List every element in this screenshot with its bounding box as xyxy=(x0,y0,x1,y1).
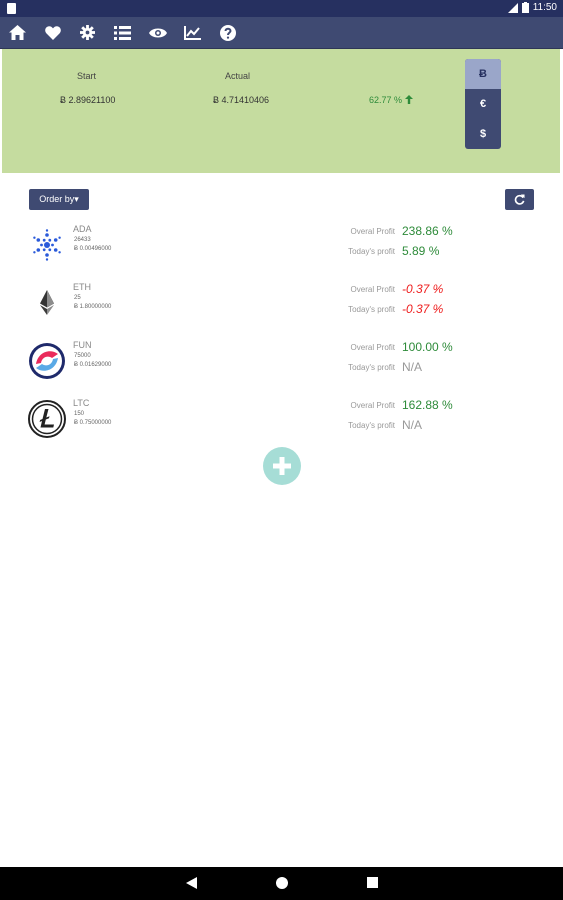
portfolio-summary: Start Actual Ƀ 2.89621100 Ƀ 4.71410406 6… xyxy=(2,49,560,173)
overall-profit-label: Overal Profit xyxy=(350,227,395,236)
chart-button[interactable] xyxy=(175,17,210,48)
today-profit-label: Today's profit xyxy=(348,421,395,430)
coin-quantity: 25 xyxy=(74,295,81,301)
litecoin-icon xyxy=(28,400,66,438)
today-profit-value: N/A xyxy=(402,360,423,374)
coin-btc-price: Ƀ 1.80000000 xyxy=(74,304,112,310)
favorites-button[interactable] xyxy=(35,17,70,48)
refresh-button[interactable] xyxy=(505,189,534,210)
coin-quantity: 75000 xyxy=(74,353,91,359)
coin-symbol: ETH xyxy=(73,282,91,292)
home-nav-icon[interactable] xyxy=(276,877,288,889)
coin-quantity: 150 xyxy=(74,411,85,417)
recents-icon[interactable] xyxy=(367,877,378,888)
start-label: Start xyxy=(77,71,97,81)
home-icon xyxy=(9,25,26,40)
sim-card-icon xyxy=(7,3,16,14)
list-icon xyxy=(114,25,131,40)
coin-row-ada[interactable]: ADA 26433 Ƀ 0.00496000 Overal Profit Tod… xyxy=(0,224,563,282)
coin-btc-price: Ƀ 0.01629000 xyxy=(74,362,112,368)
help-icon xyxy=(219,24,236,41)
eye-icon xyxy=(148,28,167,37)
today-profit-label: Today's profit xyxy=(348,305,395,314)
coin-symbol: LTC xyxy=(73,398,90,408)
currency-switcher: Ƀ € $ xyxy=(465,59,501,149)
actual-label: Actual xyxy=(225,71,251,81)
coin-quantity: 26433 xyxy=(74,237,91,243)
currency-eur-button[interactable]: € xyxy=(465,89,501,119)
add-coin-button[interactable] xyxy=(263,447,301,485)
overall-profit-label: Overal Profit xyxy=(350,285,395,294)
cardano-icon xyxy=(28,226,66,264)
gear-icon xyxy=(80,25,95,40)
actual-value: Ƀ 4.71410406 xyxy=(213,95,270,105)
status-bar: 11:50 xyxy=(0,0,563,17)
coin-row-fun[interactable]: FUN 75000 Ƀ 0.01629000 Overal Profit Tod… xyxy=(0,340,563,398)
heart-icon xyxy=(44,25,61,40)
list-button[interactable] xyxy=(105,17,140,48)
chart-icon xyxy=(184,25,201,40)
currency-usd-button[interactable]: $ xyxy=(465,119,501,149)
plus-icon xyxy=(273,457,291,475)
refresh-icon xyxy=(514,194,525,205)
overall-profit-label: Overal Profit xyxy=(350,401,395,410)
change-indicator: 62.77 % xyxy=(369,95,413,105)
system-navigation-bar xyxy=(0,867,563,900)
overall-profit-value: 100.00 % xyxy=(402,340,453,354)
overall-profit-value: -0.37 % xyxy=(402,282,444,296)
currency-btc-button[interactable]: Ƀ xyxy=(465,59,501,89)
coin-symbol: ADA xyxy=(73,224,92,234)
today-profit-value: 5.89 % xyxy=(402,244,440,258)
coin-row-eth[interactable]: ETH 25 Ƀ 1.80000000 Overal Profit Today'… xyxy=(0,282,563,340)
funfair-icon xyxy=(28,342,66,380)
start-value: Ƀ 2.89621100 xyxy=(60,95,116,105)
today-profit-value: N/A xyxy=(402,418,423,432)
watchlist-button[interactable] xyxy=(140,17,175,48)
today-profit-value: -0.37 % xyxy=(402,302,444,316)
coin-btc-price: Ƀ 0.75000000 xyxy=(74,420,112,426)
change-percent: 62.77 % xyxy=(369,95,403,105)
today-profit-label: Today's profit xyxy=(348,363,395,372)
settings-button[interactable] xyxy=(70,17,105,48)
arrow-up-icon xyxy=(404,95,413,104)
toolbar xyxy=(0,17,563,49)
overall-profit-value: 162.88 % xyxy=(402,398,453,412)
overall-profit-label: Overal Profit xyxy=(350,343,395,352)
home-button[interactable] xyxy=(0,17,35,48)
today-profit-label: Today's profit xyxy=(348,247,395,256)
coin-btc-price: Ƀ 0.00496000 xyxy=(74,246,112,252)
clock: 11:50 xyxy=(532,2,557,13)
coin-symbol: FUN xyxy=(73,340,92,350)
order-by-button[interactable]: Order by▾ xyxy=(29,189,89,210)
help-button[interactable] xyxy=(210,17,245,48)
battery-icon xyxy=(521,2,529,13)
overall-profit-value: 238.86 % xyxy=(402,224,453,238)
ethereum-icon xyxy=(28,284,66,322)
back-icon[interactable] xyxy=(186,877,197,889)
signal-icon xyxy=(507,2,518,13)
